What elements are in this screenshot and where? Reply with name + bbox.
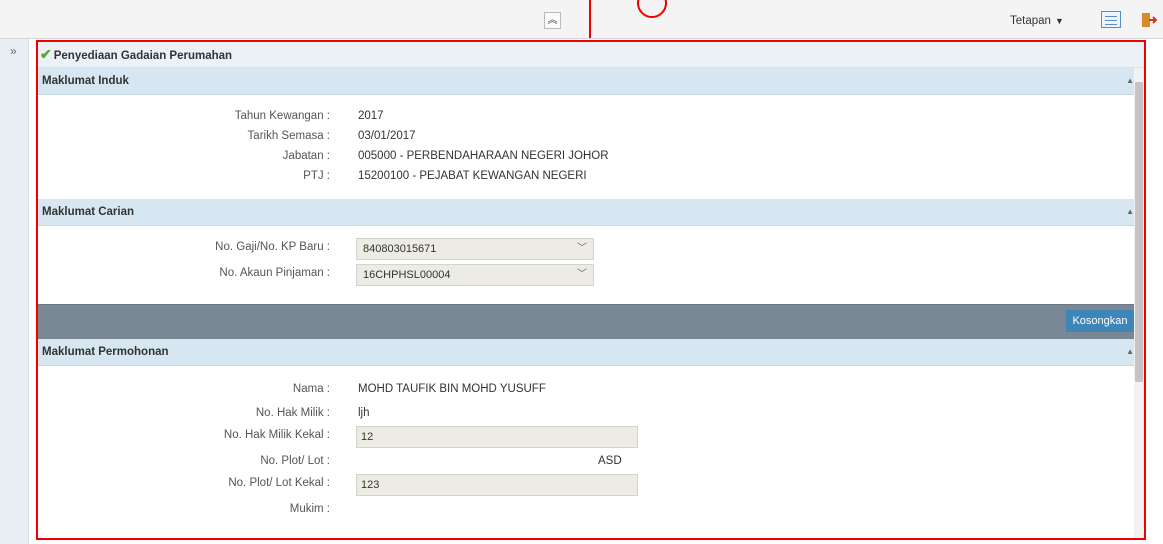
field-row: Nama : MOHD TAUFIK BIN MOHD YUSUFF xyxy=(38,380,1144,404)
annotation-red-line xyxy=(589,0,591,38)
select-value: 840803015671 xyxy=(363,243,437,255)
field-row: Tahun Kewangan : 2017 xyxy=(38,107,1144,127)
list-view-icon[interactable] xyxy=(1101,11,1121,28)
field-value: 2017 xyxy=(358,110,384,122)
field-row: Mukim : xyxy=(38,500,1144,522)
title-no-input[interactable]: 12 xyxy=(356,426,638,448)
field-value: ASD xyxy=(598,455,622,467)
collapse-arrow-icon[interactable]: ▲ xyxy=(1126,339,1134,365)
field-row: No. Hak Milik : ljh xyxy=(38,404,1144,426)
field-row: Jabatan : 005000 - PERBENDAHARAAN NEGERI… xyxy=(38,147,1144,167)
field-label: No. Akaun Pinjaman : xyxy=(219,267,330,279)
field-row: No. Hak Milik Kekal : 12 xyxy=(38,426,1144,452)
loan-account-select[interactable]: 16CHPHSL00004 ﹀ xyxy=(356,264,594,286)
top-bar: ︽ Tetapan ▼ xyxy=(0,0,1163,39)
main-panel: ✔ Penyediaan Gadaian Perumahan Maklumat I… xyxy=(36,40,1146,540)
section-title-permohonan: Maklumat Permohonan xyxy=(42,346,169,358)
page-title-bar: ✔ Penyediaan Gadaian Perumahan xyxy=(38,42,1144,68)
vertical-scrollbar[interactable] xyxy=(1134,68,1144,538)
salary-ic-select[interactable]: 840803015671 ﹀ xyxy=(356,238,594,260)
collapse-arrow-icon[interactable]: ▲ xyxy=(1126,199,1134,225)
field-label: Mukim : xyxy=(289,503,330,515)
annotation-red-circle xyxy=(637,0,667,18)
section-header-induk[interactable]: Maklumat Induk ▲ xyxy=(38,68,1144,95)
checkmark-icon: ✔ xyxy=(40,46,52,62)
section-title-induk: Maklumat Induk xyxy=(42,75,129,87)
field-label: Tahun Kewangan : xyxy=(234,110,330,122)
left-sidebar: » xyxy=(0,39,29,544)
section-header-permohonan[interactable]: Maklumat Permohonan ▲ xyxy=(38,339,1144,366)
chevron-down-icon: ﹀ xyxy=(577,243,587,254)
logout-icon[interactable] xyxy=(1141,12,1157,28)
field-label: No. Gaji/No. KP Baru : xyxy=(215,241,330,253)
field-label: PTJ : xyxy=(303,170,330,182)
field-row: No. Plot/ Lot Kekal : 123 xyxy=(38,474,1144,500)
field-label: Tarikh Semasa : xyxy=(247,130,330,142)
caret-down-icon: ▼ xyxy=(1054,16,1064,26)
plot-lot-input[interactable]: 123 xyxy=(356,474,638,496)
chevron-down-icon: ﹀ xyxy=(577,269,587,280)
field-label: Nama : xyxy=(292,383,330,395)
collapse-header-button[interactable]: ︽ xyxy=(544,12,561,29)
field-label: No. Plot/ Lot : xyxy=(260,455,330,467)
page-title: Penyediaan Gadaian Perumahan xyxy=(53,50,233,62)
field-value: MOHD TAUFIK BIN MOHD YUSUFF xyxy=(358,383,546,395)
field-label: No. Hak Milik Kekal : xyxy=(223,429,330,441)
field-row: PTJ : 15200100 - PEJABAT KEWANGAN NEGERI xyxy=(38,167,1144,187)
field-value: 005000 - PERBENDAHARAAN NEGERI JOHOR xyxy=(358,150,609,162)
scrollbar-thumb[interactable] xyxy=(1135,82,1143,382)
section-header-carian[interactable]: Maklumat Carian ▲ xyxy=(38,199,1144,226)
field-value: 03/01/2017 xyxy=(358,130,416,142)
collapse-arrow-icon[interactable]: ▲ xyxy=(1126,68,1134,94)
settings-menu[interactable]: Tetapan ▼ xyxy=(1010,15,1064,27)
section-title-carian: Maklumat Carian xyxy=(42,206,135,218)
field-value: ljh xyxy=(358,407,370,419)
field-label: No. Plot/ Lot Kekal : xyxy=(228,477,330,489)
expand-sidebar-icon[interactable]: » xyxy=(10,44,17,58)
action-toolbar: Kosongkan xyxy=(38,304,1144,339)
settings-menu-label: Tetapan xyxy=(1010,15,1051,27)
field-value: 15200100 - PEJABAT KEWANGAN NEGERI xyxy=(358,170,587,182)
clear-button[interactable]: Kosongkan xyxy=(1066,310,1134,332)
field-row: No. Akaun Pinjaman : 16CHPHSL00004 ﹀ xyxy=(38,264,1144,290)
field-row: Tarikh Semasa : 03/01/2017 xyxy=(38,127,1144,147)
field-row: No. Gaji/No. KP Baru : 840803015671 ﹀ xyxy=(38,238,1144,264)
field-label: No. Hak Milik : xyxy=(255,407,330,419)
select-value: 16CHPHSL00004 xyxy=(363,269,451,281)
field-label: Jabatan : xyxy=(282,150,330,162)
field-row: No. Plot/ Lot : ASD xyxy=(38,452,1144,474)
